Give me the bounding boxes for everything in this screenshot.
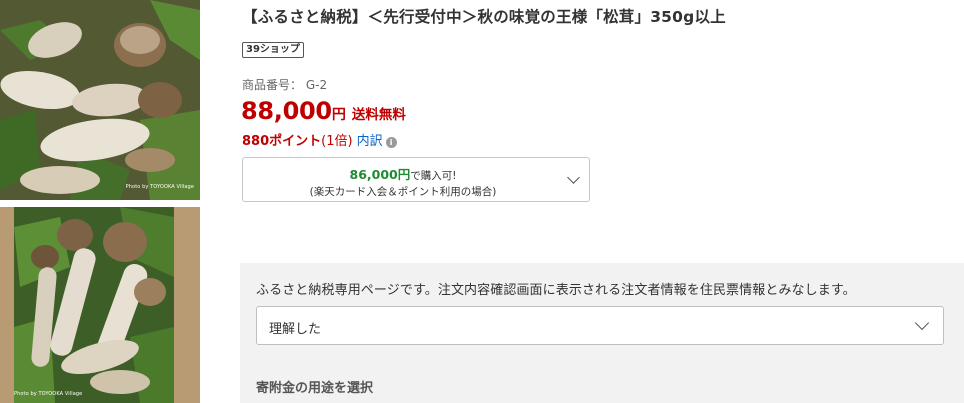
furusato-notice-panel: ふるさと納税専用ページです。注文内容確認画面に表示される注文者情報を住民票情報と… xyxy=(240,263,964,403)
notice-text: ふるさと納税専用ページです。注文内容確認画面に表示される注文者情報を住民票情報と… xyxy=(256,283,856,298)
card-offer-condition: (楽天カード入会＆ポイント利用の場合) xyxy=(309,186,497,198)
matsutake-photo-1 xyxy=(0,0,200,200)
shipping-label: 送料無料 xyxy=(351,107,406,123)
card-offer-suffix: で購入可! xyxy=(410,170,457,182)
product-title: 【ふるさと納税】＜先行受付中＞秋の味覚の王様「松茸」350g以上 xyxy=(242,8,726,26)
shop-badge: 39ショップ xyxy=(242,42,304,58)
confirmation-select[interactable]: 理解した xyxy=(256,306,944,345)
select-value: 理解した xyxy=(269,322,322,337)
points-multiplier: (1倍) xyxy=(321,134,353,149)
info-icon[interactable]: i xyxy=(385,137,397,148)
points-breakdown-link[interactable]: 内訳 xyxy=(357,134,383,149)
matsutake-photo-2 xyxy=(0,207,200,403)
points-amount: 880ポイント xyxy=(242,134,322,149)
price-row: 88,000円 送料無料 xyxy=(241,97,406,125)
product-image-2[interactable]: Photo by TOYOOKA Village xyxy=(0,207,200,403)
image-gallery: Photo by TOYOOKA Village Photo by TOYOOK… xyxy=(0,0,202,403)
card-offer-dropdown[interactable]: 86,000円で購入可! (楽天カード入会＆ポイント利用の場合) xyxy=(242,157,590,202)
chevron-down-icon xyxy=(567,171,580,184)
price-unit: 円 xyxy=(331,107,346,123)
photo-credit: Photo by TOYOOKA Village xyxy=(125,184,194,190)
card-offer-price: 86,000円 xyxy=(349,167,411,182)
card-offer-line: 86,000円で購入可! xyxy=(243,164,563,183)
photo-credit: Photo by TOYOOKA Village xyxy=(14,391,83,397)
price-amount: 88,000 xyxy=(241,97,332,125)
donation-use-label: 寄附金の用途を選択 xyxy=(256,381,374,396)
product-image-1[interactable]: Photo by TOYOOKA Village xyxy=(0,0,200,200)
points-row: 880ポイント(1倍) 内訳 i xyxy=(242,130,397,149)
chevron-down-icon xyxy=(914,315,930,331)
product-number: 商品番号： G-2 xyxy=(242,78,328,92)
